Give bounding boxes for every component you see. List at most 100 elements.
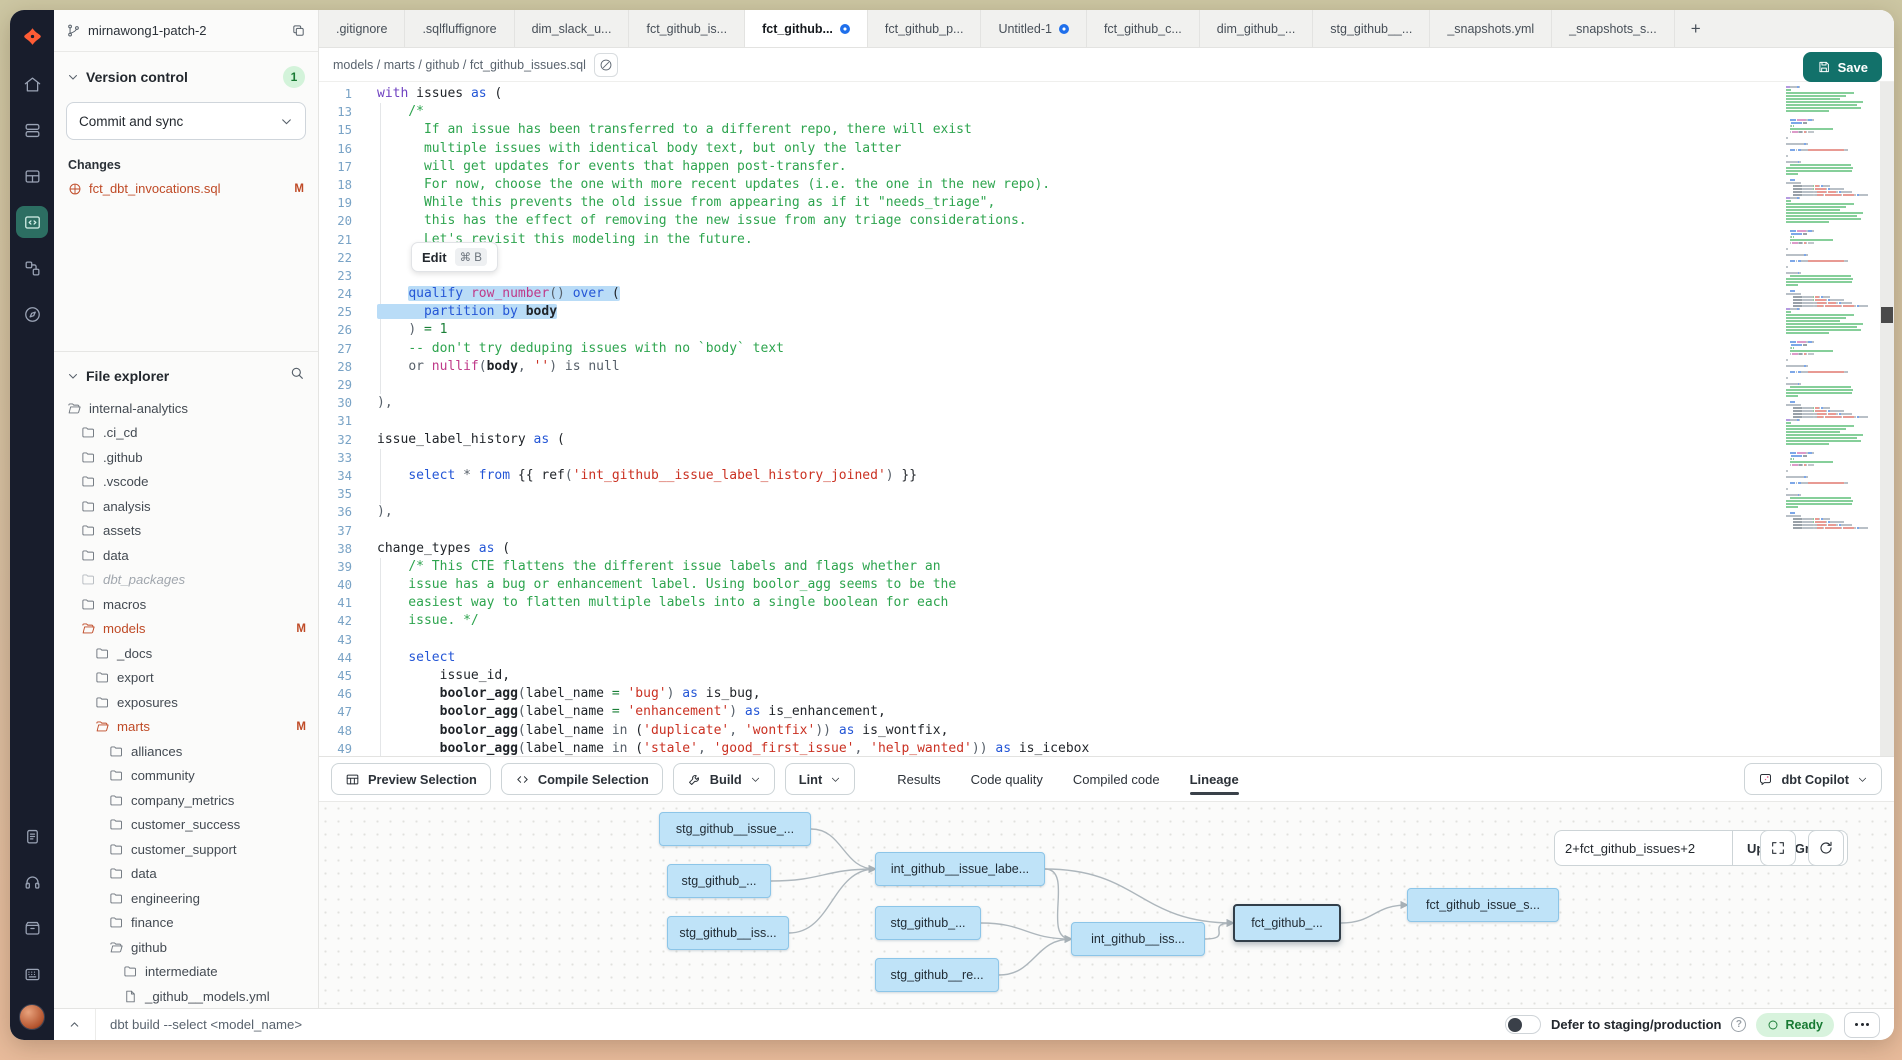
tree-item-alliances[interactable]: alliances: [54, 739, 318, 764]
editor-tab[interactable]: stg_github__...: [1313, 10, 1430, 47]
tree-item-customer-success[interactable]: customer_success: [54, 813, 318, 838]
tree-item-intermediate[interactable]: intermediate: [54, 960, 318, 985]
code-editor[interactable]: 1with issues as (13 /*15 If an issue has…: [319, 82, 1894, 756]
develop-icon[interactable]: [16, 206, 48, 238]
home-icon[interactable]: [16, 68, 48, 100]
tree-item-export[interactable]: export: [54, 666, 318, 691]
lineage-node[interactable]: stg_github__iss...: [667, 916, 789, 950]
tree-item-engineering[interactable]: engineering: [54, 886, 318, 911]
lineage-node[interactable]: stg_github__re...: [875, 958, 999, 992]
expand-command-bar-button[interactable]: [54, 1009, 96, 1040]
code-line: 44 select: [319, 649, 1784, 667]
tree-item-internal-analytics[interactable]: internal-analytics: [54, 396, 318, 421]
panel-tab-lineage[interactable]: Lineage: [1190, 757, 1239, 801]
tree-item-exposures[interactable]: exposures: [54, 690, 318, 715]
panel-tab-code-quality[interactable]: Code quality: [971, 757, 1043, 801]
tree-item-models[interactable]: modelsM: [54, 617, 318, 642]
lineage-node[interactable]: stg_github_...: [875, 906, 981, 940]
chevron-down-icon[interactable]: [67, 370, 79, 382]
copy-icon[interactable]: [291, 23, 306, 38]
lineage-node[interactable]: int_github__issue_labe...: [875, 852, 1045, 886]
tree-item-macros[interactable]: macros: [54, 592, 318, 617]
editor-tab[interactable]: _snapshots_s...: [1552, 10, 1675, 47]
tree-item-community[interactable]: community: [54, 764, 318, 789]
more-options-button[interactable]: [1844, 1012, 1880, 1038]
editor-tab[interactable]: dim_slack_u...: [515, 10, 630, 47]
lineage-canvas[interactable]: Update Graph stg_github__issue_...stg_gi…: [319, 802, 1894, 1008]
panel-tab-results[interactable]: Results: [897, 757, 940, 801]
tree-item-data[interactable]: data: [54, 862, 318, 887]
shortcuts-icon[interactable]: [16, 958, 48, 990]
tree-item-dbt-packages[interactable]: dbt_packages: [54, 568, 318, 593]
tree-item--vscode[interactable]: .vscode: [54, 470, 318, 495]
dashboard-icon[interactable]: [16, 160, 48, 192]
open-lineage-icon[interactable]: [594, 53, 618, 77]
editor-tab[interactable]: .gitignore: [319, 10, 405, 47]
tree-item-marts[interactable]: martsM: [54, 715, 318, 740]
editor-tab[interactable]: fct_github_is...: [629, 10, 745, 47]
folder-icon: [81, 474, 96, 489]
help-icon[interactable]: ?: [1731, 1017, 1746, 1032]
tree-item--github[interactable]: .github: [54, 445, 318, 470]
chevron-down-icon[interactable]: [67, 71, 79, 83]
code-line: 27 -- don't try deduping issues with no …: [319, 340, 1784, 358]
panel-tab-compiled-code[interactable]: Compiled code: [1073, 757, 1160, 801]
branch-row[interactable]: mirnawong1-patch-2: [54, 10, 318, 52]
build-button[interactable]: Build: [673, 763, 775, 795]
dbt-logo-icon[interactable]: [16, 20, 48, 52]
preview-selection-button[interactable]: Preview Selection: [331, 763, 491, 795]
lineage-node[interactable]: fct_github_...: [1233, 904, 1341, 942]
lineage-node[interactable]: stg_github__issue_...: [659, 812, 811, 846]
defer-toggle[interactable]: [1505, 1015, 1541, 1034]
new-tab-button[interactable]: +: [1675, 10, 1717, 47]
tree-item-customer-support[interactable]: customer_support: [54, 837, 318, 862]
tree-item-assets[interactable]: assets: [54, 519, 318, 544]
commit-and-sync-select[interactable]: Commit and sync: [66, 102, 306, 140]
changed-file-row[interactable]: fct_dbt_invocations.sqlM: [54, 177, 318, 200]
tree-item--github-models-yml[interactable]: _github__models.yml: [54, 984, 318, 1008]
editor-tab[interactable]: fct_github_p...: [868, 10, 982, 47]
tree-item-company-metrics[interactable]: company_metrics: [54, 788, 318, 813]
editor-tab[interactable]: Untitled-1: [981, 10, 1087, 47]
modified-badge: M: [294, 183, 304, 195]
search-icon[interactable]: [289, 365, 305, 386]
explore-icon[interactable]: [16, 298, 48, 330]
lint-button[interactable]: Lint: [785, 763, 855, 795]
support-icon[interactable]: [16, 866, 48, 898]
edit-shortcut-chip[interactable]: Edit ⌘ B: [411, 242, 498, 272]
tab-label: fct_github_is...: [646, 22, 727, 36]
editor-tab[interactable]: _snapshots.yml: [1430, 10, 1552, 47]
user-avatar[interactable]: [19, 1004, 45, 1030]
tree-item--docs[interactable]: _docs: [54, 641, 318, 666]
tree-item--ci-cd[interactable]: .ci_cd: [54, 421, 318, 446]
minimap[interactable]: [1786, 86, 1878, 756]
notebook-icon[interactable]: [16, 820, 48, 852]
editor-tab[interactable]: fct_github_c...: [1087, 10, 1200, 47]
orchestration-icon[interactable]: [16, 252, 48, 284]
refresh-button[interactable]: [1808, 830, 1844, 866]
editor-tab[interactable]: fct_github...: [745, 10, 868, 47]
editor-tab[interactable]: .sqlfluffignore: [405, 10, 514, 47]
model-icon: [68, 182, 82, 196]
save-button[interactable]: Save: [1803, 52, 1882, 82]
dbt-copilot-button[interactable]: dbt Copilot: [1744, 763, 1882, 795]
tree-item-analysis[interactable]: analysis: [54, 494, 318, 519]
archive-icon[interactable]: [16, 912, 48, 944]
branch-name: mirnawong1-patch-2: [88, 23, 207, 38]
tree-item-finance[interactable]: finance: [54, 911, 318, 936]
line-number: 36: [319, 503, 365, 521]
tree-item-github[interactable]: github: [54, 935, 318, 960]
tree-item-data[interactable]: data: [54, 543, 318, 568]
code-line: 13 /*: [319, 103, 1784, 121]
scrollbar-thumb[interactable]: [1881, 307, 1893, 323]
compile-selection-button[interactable]: Compile Selection: [501, 763, 663, 795]
lineage-node[interactable]: stg_github_...: [667, 864, 771, 898]
lineage-node[interactable]: fct_github_issue_s...: [1407, 888, 1559, 922]
fullscreen-button[interactable]: [1760, 830, 1796, 866]
lineage-node[interactable]: int_github__iss...: [1071, 922, 1205, 956]
editor-scrollbar[interactable]: [1880, 82, 1894, 756]
command-input[interactable]: dbt build --select <model_name>: [96, 1017, 1505, 1032]
lineage-selector-input[interactable]: [1554, 830, 1732, 866]
editor-tab[interactable]: dim_github_...: [1200, 10, 1314, 47]
projects-icon[interactable]: [16, 114, 48, 146]
